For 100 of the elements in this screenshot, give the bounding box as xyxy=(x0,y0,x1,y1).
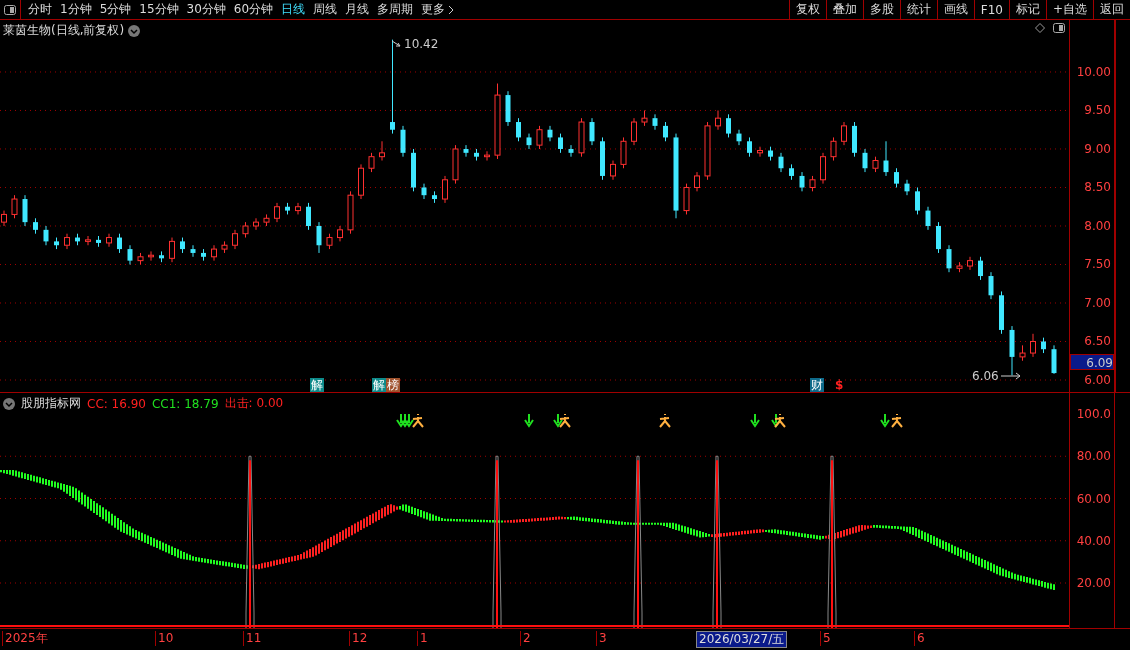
dropdown-icon[interactable] xyxy=(128,24,141,37)
candlestick xyxy=(484,150,490,162)
candlestick xyxy=(946,244,952,273)
period-tab[interactable]: 15分钟 xyxy=(139,1,179,18)
axis-label: 7.50 xyxy=(1083,256,1112,273)
candlestick xyxy=(747,136,752,158)
axis-label: 6.50 xyxy=(1083,333,1112,350)
candlestick xyxy=(106,233,112,248)
runner-icon xyxy=(891,413,903,428)
down-arrow-icon xyxy=(524,413,534,428)
candlestick xyxy=(967,256,973,271)
candlestick xyxy=(421,183,427,200)
candlestick xyxy=(536,125,543,150)
toolbar-button[interactable]: 标记 xyxy=(1008,0,1046,19)
candlestick xyxy=(726,113,731,138)
down-arrow-icon xyxy=(750,413,760,428)
event-tag[interactable]: 解 xyxy=(372,378,386,392)
candlestick xyxy=(883,140,889,177)
toolbar-button[interactable]: 画线 xyxy=(936,0,974,19)
pointer-arrow-icon xyxy=(392,40,402,48)
toolbar-button[interactable]: 复权 xyxy=(788,0,826,19)
candlestick xyxy=(683,183,690,215)
candlestick xyxy=(652,113,658,131)
candlestick xyxy=(915,186,920,215)
candlestick xyxy=(894,167,899,188)
toolbar-button[interactable]: +自选 xyxy=(1045,0,1093,19)
down-arrow-icon xyxy=(553,413,563,428)
axis-label: 6.00 xyxy=(1083,371,1112,388)
period-tab[interactable]: 月线 xyxy=(345,1,370,18)
candlestick xyxy=(547,125,553,142)
axis-label: 8.00 xyxy=(1083,217,1112,234)
candlestick xyxy=(620,136,627,169)
candlestick xyxy=(127,244,133,265)
candlestick xyxy=(841,121,847,146)
axis-label: 9.00 xyxy=(1083,140,1112,157)
event-tag[interactable]: 榜 xyxy=(386,378,400,392)
candlestick xyxy=(274,202,280,223)
candlestick xyxy=(442,175,448,204)
period-tab[interactable]: 5分钟 xyxy=(99,1,132,18)
indicator-name: 股朋指标网 xyxy=(21,395,81,412)
candlestick xyxy=(368,152,375,173)
period-tab[interactable]: 1分钟 xyxy=(60,1,92,18)
event-tag[interactable]: 财 xyxy=(810,378,824,392)
runner-icon xyxy=(659,413,671,428)
candlestick xyxy=(757,146,763,158)
period-tab[interactable]: 周线 xyxy=(313,1,338,18)
period-tab[interactable]: 分时 xyxy=(28,1,52,18)
period-tab[interactable]: 30分钟 xyxy=(186,1,226,18)
candlestick xyxy=(295,202,301,215)
axis-label: 9.50 xyxy=(1083,102,1112,119)
candlestick xyxy=(316,221,322,254)
candlestick xyxy=(936,221,941,254)
toolbar-button[interactable]: 叠加 xyxy=(825,0,863,19)
dropdown-icon[interactable] xyxy=(3,397,15,410)
chevron-right-icon xyxy=(448,4,455,15)
candlestick xyxy=(211,244,217,262)
candlestick xyxy=(631,117,637,146)
toolbar-button[interactable]: 返回 xyxy=(1093,0,1130,19)
candlestick xyxy=(43,225,49,246)
period-tab[interactable]: 日线 xyxy=(281,1,306,18)
date-label: 2 xyxy=(520,631,533,646)
candlestick xyxy=(306,202,311,231)
candlestick xyxy=(978,256,983,281)
toolbar-button[interactable]: 多股 xyxy=(862,0,900,19)
last-price-tag: 6.09 xyxy=(1070,354,1114,370)
candlestick xyxy=(253,217,259,231)
indicator-value: 出击: 0.00 xyxy=(224,395,284,412)
dividend-mark[interactable]: $ xyxy=(834,378,845,392)
axis-label: 40.00 xyxy=(1075,532,1112,550)
period-tab[interactable]: 更多 xyxy=(421,1,455,18)
date-label: 11 xyxy=(243,631,264,646)
candlestick xyxy=(169,237,175,263)
candlestick xyxy=(11,194,18,219)
period-tab[interactable]: 60分钟 xyxy=(233,1,274,18)
candlestick xyxy=(516,117,521,142)
date-label: 6 xyxy=(914,631,927,646)
panel-toggle-icon[interactable] xyxy=(4,4,16,15)
runner-icon xyxy=(559,413,571,428)
candlestick xyxy=(820,152,826,185)
date-label: 3 xyxy=(596,631,609,646)
date-label: 2025年 xyxy=(2,631,50,646)
date-label: 10 xyxy=(155,631,176,646)
diamond-icon[interactable] xyxy=(1035,23,1045,33)
toolbar-button[interactable]: 统计 xyxy=(899,0,937,19)
candlestick xyxy=(778,152,784,173)
down-arrow-icon xyxy=(396,413,406,428)
candlestick xyxy=(610,160,616,181)
candlestick xyxy=(925,206,931,231)
period-tab[interactable]: 多周期 xyxy=(377,1,414,18)
runner-icon xyxy=(774,413,786,428)
candlestick xyxy=(463,144,469,158)
toolbar-button[interactable]: F10 xyxy=(973,0,1009,19)
event-tag[interactable]: 解 xyxy=(310,378,324,392)
candlestick xyxy=(568,144,574,158)
panel-toggle-icon[interactable] xyxy=(1053,23,1065,33)
candlestick xyxy=(1051,344,1057,375)
candlestick xyxy=(589,117,595,146)
candlestick xyxy=(232,229,238,250)
candlestick xyxy=(694,171,700,192)
stock-title: 莱茵生物(日线,前复权) xyxy=(3,22,125,39)
